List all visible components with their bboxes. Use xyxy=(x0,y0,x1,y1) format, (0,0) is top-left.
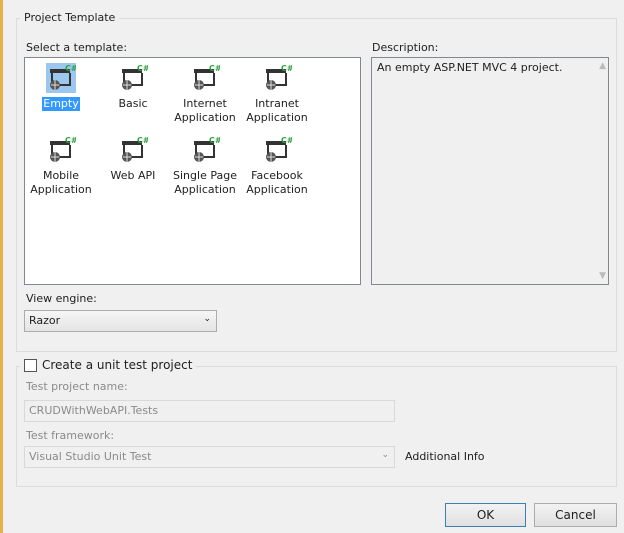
svg-text:C#: C# xyxy=(65,64,76,73)
description-box: An empty ASP.NET MVC 4 project. ▲ ▼ xyxy=(371,57,609,285)
template-label-line2: Application xyxy=(246,183,308,196)
test-framework-select[interactable]: Visual Studio Unit Test ⌄ xyxy=(24,446,395,468)
test-framework-value: Visual Studio Unit Test xyxy=(29,450,152,463)
template-label: Internet xyxy=(183,97,227,110)
template-label: Single Page xyxy=(173,169,237,182)
chevron-down-icon: ⌄ xyxy=(381,450,389,460)
web-project-icon: C# xyxy=(190,63,222,93)
description-text: An empty ASP.NET MVC 4 project. xyxy=(377,61,563,74)
chevron-down-icon: ⌄ xyxy=(203,314,211,324)
template-label-line2: Application xyxy=(174,183,236,196)
scroll-up-icon[interactable]: ▲ xyxy=(599,61,606,71)
svg-text:C#: C# xyxy=(209,136,220,145)
web-project-icon: C# xyxy=(46,63,78,93)
template-label-line2: Application xyxy=(174,111,236,124)
window-edge xyxy=(0,0,3,533)
template-item[interactable]: C# InternetApplication xyxy=(169,63,241,125)
template-label: Intranet xyxy=(255,97,299,110)
test-project-name-label: Test project name: xyxy=(26,380,128,393)
svg-text:C#: C# xyxy=(281,64,292,73)
web-project-icon: C# xyxy=(118,63,150,93)
svg-text:C#: C# xyxy=(209,64,220,73)
template-item[interactable]: C# Single PageApplication xyxy=(169,135,241,197)
svg-text:C#: C# xyxy=(137,64,148,73)
svg-text:C#: C# xyxy=(65,136,76,145)
ok-button[interactable]: OK xyxy=(445,503,526,527)
web-project-icon: C# xyxy=(118,135,150,165)
template-label-line2: Application xyxy=(30,183,92,196)
view-engine-label: View engine: xyxy=(26,292,97,305)
template-item[interactable]: C# FacebookApplication xyxy=(241,135,313,197)
scroll-down-icon[interactable]: ▼ xyxy=(599,271,606,281)
svg-text:C#: C# xyxy=(137,136,148,145)
unit-test-checkbox-label: Create a unit test project xyxy=(42,358,193,372)
template-label-line2: Application xyxy=(246,111,308,124)
unit-test-checkbox[interactable] xyxy=(24,358,37,372)
template-list[interactable]: C#EmptyC#BasicC#InternetApplicationC#Int… xyxy=(24,57,361,285)
view-engine-value: Razor xyxy=(29,314,61,327)
template-label: Basic xyxy=(118,97,148,110)
web-project-icon: C# xyxy=(46,135,78,165)
project-template-title: Project Template xyxy=(20,11,120,24)
description-label: Description: xyxy=(372,41,439,54)
select-template-label: Select a template: xyxy=(26,41,128,54)
template-item[interactable]: C# Web API xyxy=(97,135,169,183)
template-label: Mobile xyxy=(42,169,80,182)
cancel-button[interactable]: Cancel xyxy=(534,503,617,527)
template-item[interactable]: C# Empty xyxy=(25,63,97,111)
web-project-icon: C# xyxy=(262,63,294,93)
template-item[interactable]: C# MobileApplication xyxy=(25,135,97,197)
template-item[interactable]: C# Basic xyxy=(97,63,169,111)
template-item[interactable]: C# IntranetApplication xyxy=(241,63,313,125)
template-label: Empty xyxy=(42,97,80,111)
svg-text:C#: C# xyxy=(281,136,292,145)
web-project-icon: C# xyxy=(190,135,222,165)
additional-info-link[interactable]: Additional Info xyxy=(405,450,485,463)
unit-test-checkbox-row[interactable]: Create a unit test project xyxy=(20,358,197,372)
web-project-icon: C# xyxy=(262,135,294,165)
test-project-name-input[interactable]: CRUDWithWebAPI.Tests xyxy=(24,400,395,422)
template-label: Facebook xyxy=(251,169,303,182)
test-framework-label: Test framework: xyxy=(26,429,115,442)
view-engine-select[interactable]: Razor ⌄ xyxy=(24,310,217,332)
template-label: Web API xyxy=(110,169,156,182)
